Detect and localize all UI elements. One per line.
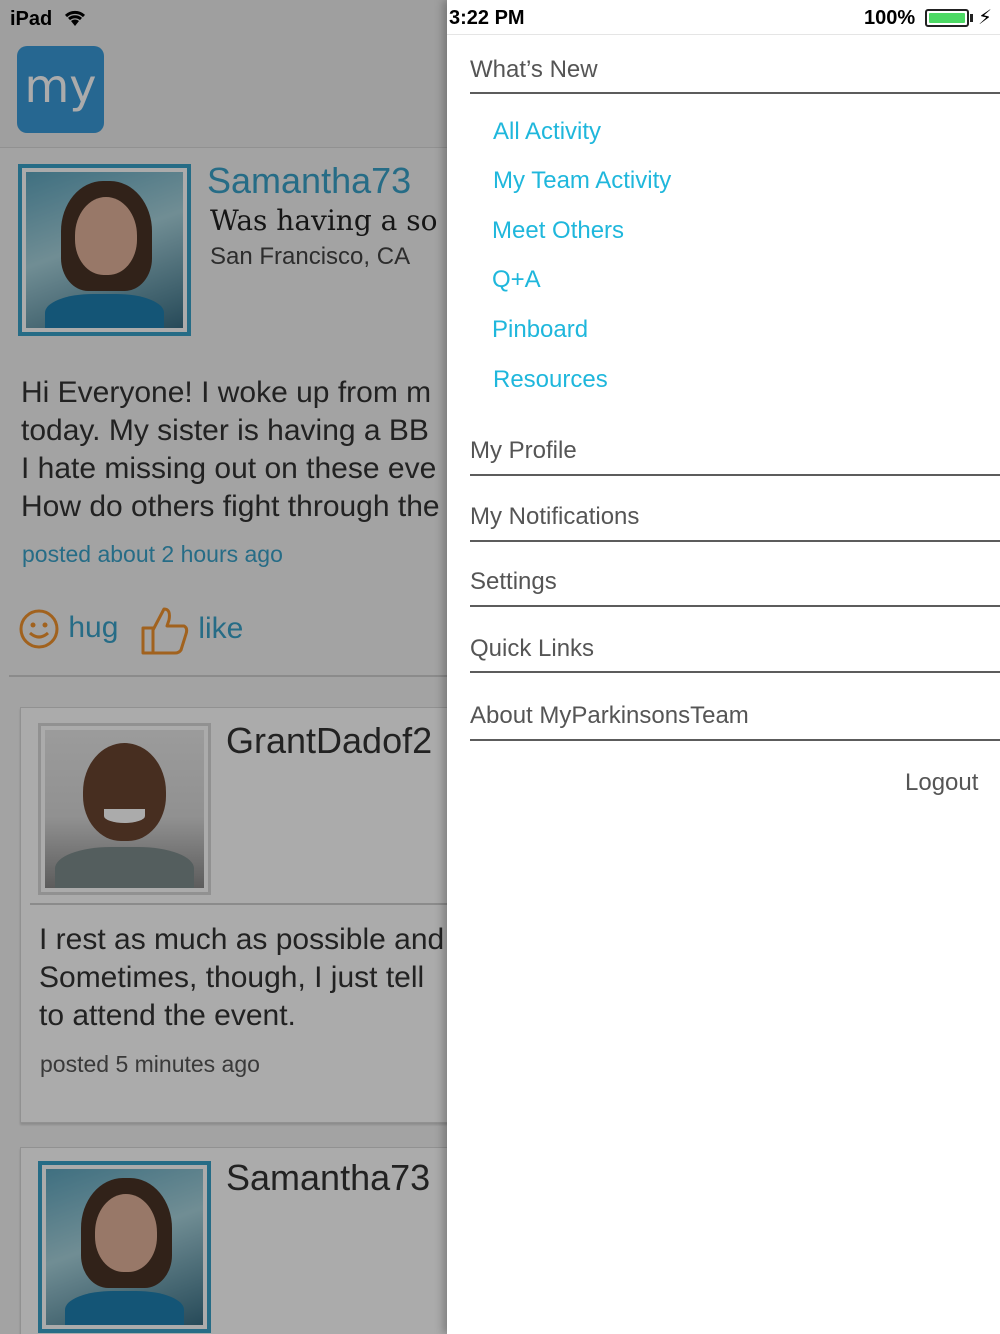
battery-percent: 100% (864, 7, 916, 29)
menu-item-qa[interactable]: Q+A (492, 266, 541, 294)
menu-whats-new[interactable]: What’s New (470, 56, 1000, 94)
status-time: 3:22 PM (449, 7, 525, 29)
menu-item-pinboard[interactable]: Pinboard (492, 316, 588, 344)
logout-button[interactable]: Logout (905, 769, 978, 797)
battery-icon (925, 9, 969, 27)
menu-item-all-activity[interactable]: All Activity (493, 118, 601, 146)
menu-settings[interactable]: Settings (470, 568, 1000, 607)
menu-item-meet-others[interactable]: Meet Others (492, 217, 624, 245)
navigation-drawer: 3:22 PM 100% ⚡︎ What’s New All Activity … (447, 0, 1000, 1334)
menu-my-profile[interactable]: My Profile (470, 437, 1000, 476)
menu-about[interactable]: About MyParkinsonsTeam (470, 702, 1000, 741)
menu-overlay[interactable] (0, 0, 447, 1334)
charging-icon: ⚡︎ (978, 7, 993, 29)
menu-item-my-team-activity[interactable]: My Team Activity (493, 167, 671, 195)
menu-my-notifications[interactable]: My Notifications (470, 503, 1000, 542)
battery-tip (970, 14, 973, 22)
menu-item-resources[interactable]: Resources (493, 366, 608, 394)
menu-quick-links[interactable]: Quick Links (470, 635, 1000, 673)
status-bar: 3:22 PM 100% ⚡︎ (447, 0, 1000, 35)
